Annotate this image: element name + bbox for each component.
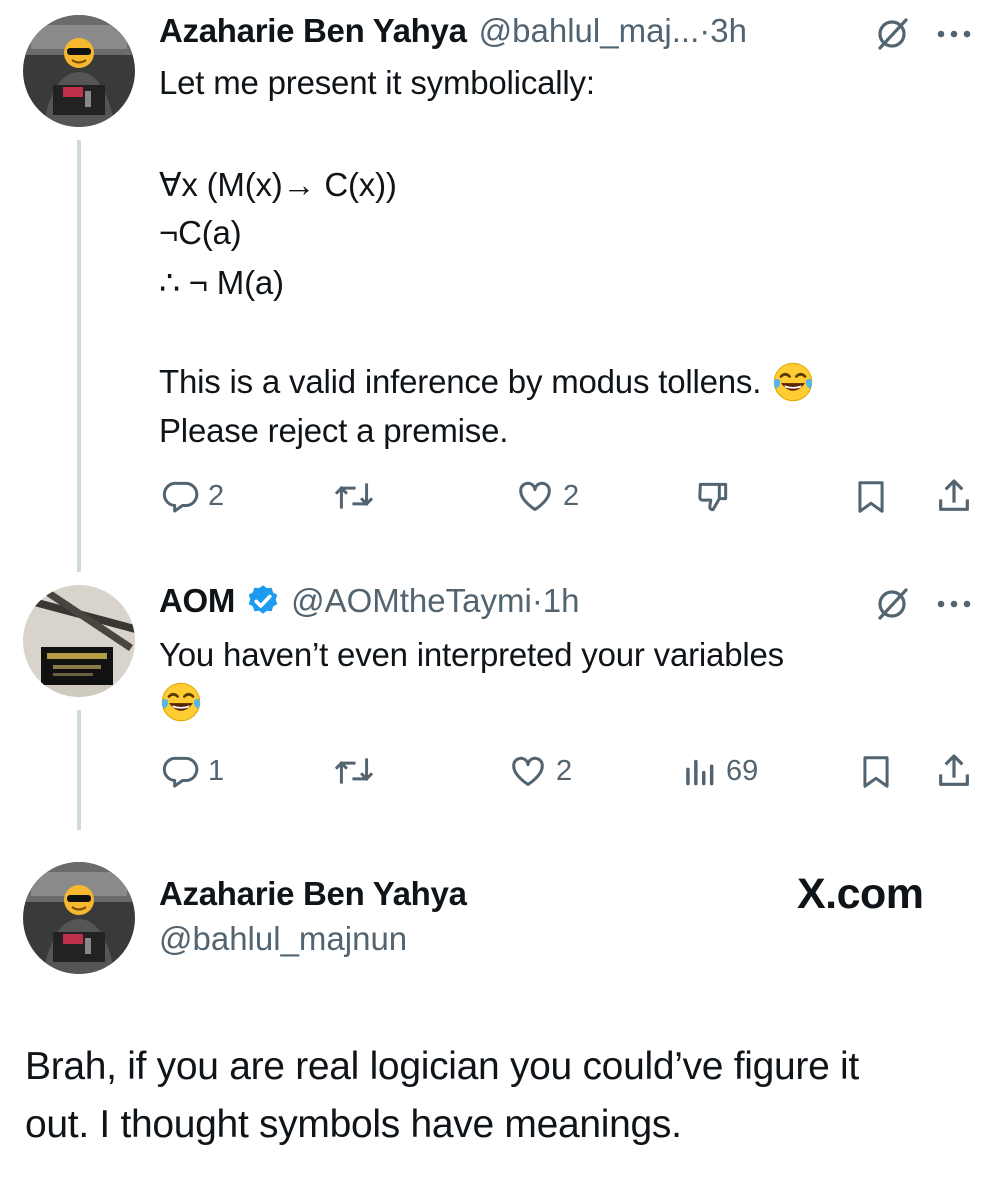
retweet-icon [334, 758, 374, 784]
tweet-text-line: Let me present it symbolically: [159, 64, 595, 101]
author-handle[interactable]: @bahlul_majnun [159, 920, 407, 958]
views-button[interactable]: 69 [680, 752, 758, 790]
reply-button[interactable]: 2 [162, 477, 224, 515]
author-name[interactable]: AOM [159, 582, 235, 620]
tweet-text-line: This is a valid inference by modus tolle… [159, 363, 762, 400]
views-icon [686, 759, 714, 786]
author-handle[interactable]: @AOMtheTaymi [291, 582, 532, 620]
timestamp[interactable]: ·1h [532, 582, 580, 620]
like-button[interactable]: 2 [515, 477, 579, 515]
verified-badge-icon [248, 585, 278, 614]
tweet-text-line: You haven’t even interpreted your variab… [159, 636, 784, 673]
share-icon [939, 754, 969, 786]
view-count: 69 [726, 754, 759, 787]
grok-slash-icon[interactable] [872, 584, 912, 624]
author-handle[interactable]: @bahlul_maj... [479, 12, 700, 50]
bookmark-button[interactable] [853, 478, 889, 516]
thread-line [77, 710, 81, 830]
reply-button[interactable]: 1 [162, 752, 224, 790]
reply-icon [162, 756, 199, 788]
tweet-text-line: ∀x (M(x)→ C(x)) [159, 166, 397, 203]
like-count: 2 [556, 754, 573, 787]
avatar[interactable] [23, 585, 135, 697]
tweet-text-line: out. I thought symbols have meanings. [25, 1103, 682, 1146]
share-button[interactable] [934, 476, 974, 516]
retweet-button[interactable] [332, 477, 376, 515]
bookmark-icon [858, 481, 884, 513]
bookmark-button[interactable] [858, 753, 894, 791]
dislike-icon [698, 482, 728, 512]
laughing-emoji-icon [771, 360, 815, 404]
reply-icon [162, 481, 199, 513]
author-name[interactable]: Azaharie Ben Yahya [159, 875, 467, 913]
like-button[interactable]: 2 [508, 752, 572, 790]
grok-slash-icon[interactable] [872, 14, 912, 54]
brand-logo: X.com [797, 870, 924, 918]
author-name[interactable]: Azaharie Ben Yahya [159, 12, 467, 50]
timestamp[interactable]: ·3h [699, 12, 747, 50]
avatar[interactable] [23, 862, 135, 974]
more-icon[interactable] [935, 28, 975, 40]
bookmark-icon [863, 756, 889, 788]
tweet-text-line: ∴ ¬ M(a) [159, 264, 284, 301]
tweet-text-line: ¬C(a) [159, 214, 242, 251]
share-button[interactable] [934, 751, 974, 791]
tweet-text-line: Please reject a premise. [159, 412, 509, 449]
thread-line [77, 140, 81, 572]
reply-count: 2 [208, 479, 225, 512]
like-icon [512, 756, 544, 786]
retweet-button[interactable] [332, 752, 376, 790]
like-count: 2 [563, 479, 580, 512]
dislike-button[interactable] [692, 478, 734, 516]
retweet-icon [334, 483, 374, 509]
like-icon [519, 481, 551, 511]
tweet-text-line: Brah, if you are real logician you could… [25, 1045, 859, 1088]
more-icon[interactable] [935, 598, 975, 610]
reply-count: 1 [208, 754, 225, 787]
avatar[interactable] [23, 15, 135, 127]
share-icon [939, 479, 969, 511]
laughing-emoji-icon [159, 680, 203, 724]
